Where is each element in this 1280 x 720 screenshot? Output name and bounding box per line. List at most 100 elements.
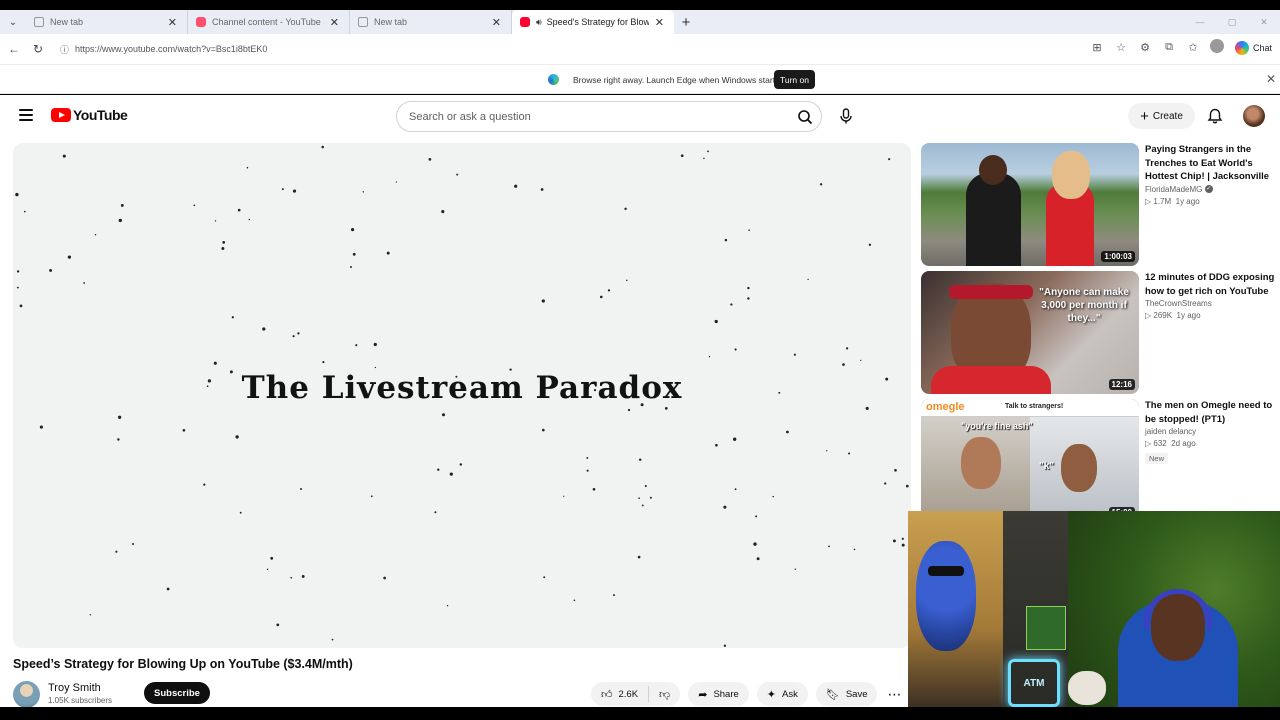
- close-window-icon[interactable]: ✕: [1248, 17, 1280, 28]
- notification-message: Browse right away. Launch Edge when Wind…: [573, 75, 782, 85]
- recommended-video[interactable]: 1:00:03 Paying Strangers in the Trenches…: [921, 143, 1276, 266]
- maximize-icon[interactable]: ▢: [1216, 17, 1248, 28]
- bookmark-icon: 🔖︎: [825, 688, 840, 701]
- recommended-title[interactable]: Paying Strangers in the Trenches to Eat …: [1145, 143, 1275, 184]
- split-screen-icon[interactable]: ⧉: [1160, 41, 1178, 54]
- recommended-channel[interactable]: FloridaMadeMG ✓: [1145, 185, 1275, 194]
- video-thumbnail[interactable]: omegle Talk to strangers! "you're fine a…: [921, 399, 1139, 522]
- tab-close-icon[interactable]: ✕: [168, 16, 177, 29]
- apps-icon[interactable]: ⊞: [1088, 41, 1106, 54]
- search-input[interactable]: [409, 110, 779, 123]
- recommended-stats: ▷ 269K 1y ago: [1145, 311, 1201, 320]
- address-bar[interactable]: ⓘ https://www.youtube.com/watch?v=Bsc1i8…: [52, 38, 1057, 60]
- favorite-star-icon[interactable]: ☆: [1112, 41, 1130, 54]
- star-dot: [901, 537, 904, 540]
- url-text[interactable]: https://www.youtube.com/watch?v=Bsc1i8bt…: [75, 44, 267, 54]
- star-dot: [23, 210, 26, 213]
- browser-tab[interactable]: New tab ✕: [26, 10, 188, 34]
- share-button[interactable]: ➦ Share: [688, 682, 749, 706]
- profile-icon[interactable]: [1208, 39, 1226, 56]
- recommended-video[interactable]: "Anyone can make 3,000 per month if they…: [921, 271, 1276, 394]
- microphone-icon[interactable]: [836, 106, 856, 126]
- tab-title: Channel content - YouTube Studio: [212, 17, 324, 27]
- subscribe-button[interactable]: Subscribe: [144, 682, 210, 704]
- browser-tab-active[interactable]: 🔊︎ Speed's Strategy for Blowing ✕: [512, 10, 674, 34]
- menu-icon[interactable]: [19, 109, 33, 121]
- ask-button[interactable]: ✦ Ask: [756, 682, 808, 706]
- star-dot: [237, 208, 241, 212]
- browser-tab[interactable]: New tab ✕: [350, 10, 512, 34]
- youtube-logo[interactable]: YouTube: [51, 107, 128, 123]
- back-icon[interactable]: ←: [2, 42, 26, 56]
- star-dot: [563, 495, 565, 497]
- video-player[interactable]: The Livestream Paradox: [13, 143, 911, 648]
- turn-on-button[interactable]: Turn on: [774, 70, 815, 89]
- dismiss-notification-icon[interactable]: ✕: [1266, 72, 1276, 86]
- recommended-title[interactable]: 12 minutes of DDG exposing how to get ri…: [1145, 271, 1275, 298]
- star-dot: [730, 303, 733, 306]
- browser-tab[interactable]: Channel content - YouTube Studio ✕: [188, 10, 350, 34]
- star-dot: [794, 568, 797, 570]
- speaker-icon[interactable]: 🔊︎: [536, 17, 542, 28]
- star-dot: [638, 458, 642, 461]
- star-dot: [649, 496, 652, 499]
- save-button[interactable]: 🔖︎ Save: [815, 682, 878, 706]
- duration-badge: 1:00:03: [1101, 251, 1135, 262]
- video-meta: 12 minutes of DDG exposing how to get ri…: [1145, 271, 1275, 320]
- notifications-bell-icon[interactable]: [1206, 107, 1224, 125]
- tab-close-icon[interactable]: ✕: [330, 16, 339, 29]
- recommended-title[interactable]: The men on Omegle need to be stopped! (P…: [1145, 399, 1275, 426]
- star-dot: [459, 463, 463, 466]
- star-dot: [117, 438, 120, 441]
- refresh-icon[interactable]: ↻: [26, 42, 50, 56]
- star-dot: [543, 576, 546, 579]
- star-dot: [166, 587, 170, 591]
- tab-close-icon[interactable]: ✕: [655, 16, 664, 29]
- favorites-icon[interactable]: ✩: [1184, 41, 1202, 54]
- star-dot: [331, 638, 334, 641]
- copilot-chat-button[interactable]: Chat: [1234, 41, 1272, 55]
- video-thumbnail[interactable]: 1:00:03: [921, 143, 1139, 266]
- recommended-video[interactable]: omegle Talk to strangers! "you're fine a…: [921, 399, 1276, 522]
- tab-title: Speed's Strategy for Blowing: [546, 17, 649, 27]
- thumbnail-quote: "Anyone can make 3,000 per month if they…: [1039, 287, 1129, 324]
- channel-avatar[interactable]: [13, 681, 40, 707]
- star-dot: [842, 363, 845, 366]
- star-dot: [607, 289, 611, 292]
- star-dot: [755, 515, 758, 518]
- search-icon[interactable]: [797, 109, 813, 125]
- search-box[interactable]: [396, 101, 822, 132]
- new-tab-icon[interactable]: +: [674, 14, 698, 31]
- star-dot: [383, 576, 386, 580]
- dislike-button[interactable]: 👎︎: [649, 688, 680, 701]
- star-dot: [182, 428, 186, 432]
- video-thumbnail[interactable]: "Anyone can make 3,000 per month if they…: [921, 271, 1139, 394]
- browser-tab-bar: ⌄ New tab ✕ Channel content - YouTube St…: [0, 10, 1280, 34]
- thumbs-up-icon: 👍︎: [601, 688, 613, 701]
- star-dot: [733, 437, 737, 441]
- star-dot: [373, 342, 377, 347]
- channel-name[interactable]: Troy Smith: [48, 682, 101, 694]
- tab-actions-menu-icon[interactable]: ⌄: [0, 10, 26, 34]
- tab-title: New tab: [374, 17, 408, 27]
- create-button[interactable]: + Create: [1128, 103, 1195, 129]
- recommended-channel[interactable]: jaiden delancy: [1145, 427, 1275, 436]
- minimize-icon[interactable]: —: [1184, 17, 1216, 27]
- like-button[interactable]: 👍︎ 2.6K: [591, 686, 650, 702]
- site-info-icon[interactable]: ⓘ: [60, 43, 69, 56]
- star-dot: [276, 623, 280, 627]
- star-dot: [441, 413, 446, 417]
- tab-close-icon[interactable]: ✕: [492, 16, 501, 29]
- thumbnail-omegle-header: omegle Talk to strangers!: [921, 399, 1139, 417]
- star-dot: [395, 181, 398, 183]
- star-dot: [248, 218, 250, 221]
- extensions-icon[interactable]: ⚙: [1136, 41, 1154, 54]
- account-avatar[interactable]: [1243, 105, 1265, 127]
- star-dot: [437, 468, 440, 471]
- star-dot: [905, 484, 909, 488]
- star-dot: [83, 282, 85, 284]
- star-dot: [231, 316, 234, 319]
- recommended-channel[interactable]: TheCrownStreams: [1145, 299, 1275, 308]
- more-actions-icon[interactable]: ⋯: [887, 686, 901, 703]
- startup-notification-bar: Browse right away. Launch Edge when Wind…: [0, 64, 1280, 94]
